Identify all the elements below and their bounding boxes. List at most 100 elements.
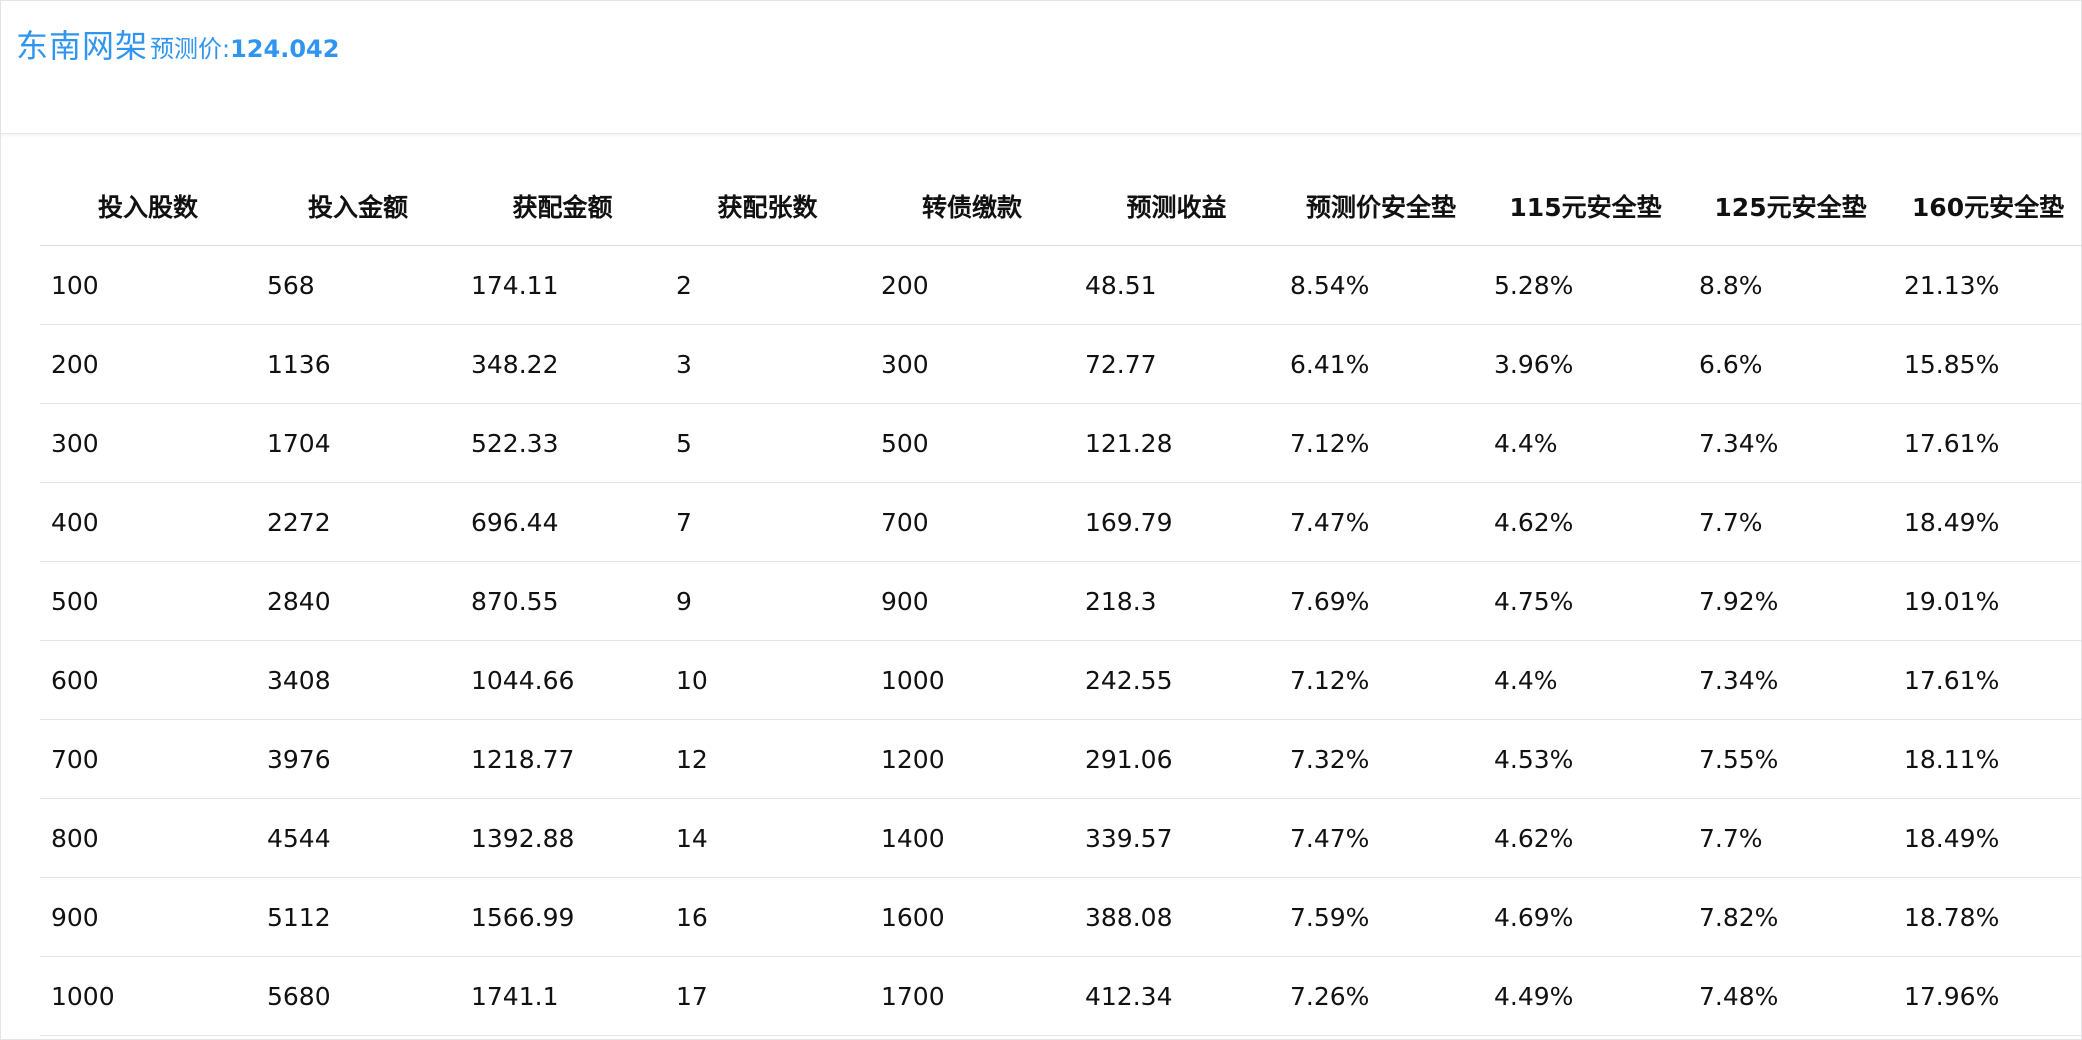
table-cell: 72.77 — [1074, 324, 1279, 404]
table-cell: 17.61% — [1893, 640, 2082, 720]
table-cell: 4.62% — [1483, 482, 1688, 562]
table-cell: 1704 — [256, 403, 460, 483]
table-cell: 696.44 — [460, 482, 665, 562]
table-cell: 568 — [256, 245, 460, 325]
table-cell: 900 — [40, 877, 256, 957]
table-cell: 121.28 — [1074, 403, 1279, 483]
table-cell: 600 — [40, 640, 256, 720]
table-cell: 4544 — [256, 798, 460, 878]
table-cell: 4.4% — [1483, 403, 1688, 483]
table-cell: 5680 — [256, 956, 460, 1036]
allocation-table: 投入股数 投入金额 获配金额 获配张数 转债缴款 预测收益 预测价安全垫 115元安全垫 125… — [40, 166, 2082, 1036]
table-cell: 800 — [40, 798, 256, 878]
table-cell: 7.7% — [1688, 798, 1893, 878]
table-cell: 8.54% — [1279, 245, 1483, 325]
table-cell: 10 — [665, 640, 870, 720]
price-label: 预测价: — [150, 35, 231, 63]
table-cell: 6.41% — [1279, 324, 1483, 404]
table-cell: 242.55 — [1074, 640, 1279, 720]
table-cell: 1044.66 — [460, 640, 665, 720]
table-cell: 4.53% — [1483, 719, 1688, 799]
table-cell: 1600 — [870, 877, 1074, 957]
table-cell: 500 — [870, 403, 1074, 483]
table-cell: 5112 — [256, 877, 460, 957]
table-header: 投入股数 投入金额 获配金额 获配张数 转债缴款 预测收益 预测价安全垫 115元安全垫 125… — [40, 166, 2082, 246]
table-cell: 7.12% — [1279, 640, 1483, 720]
table-cell: 339.57 — [1074, 798, 1279, 878]
table-cell: 1741.1 — [460, 956, 665, 1036]
table-cell: 14 — [665, 798, 870, 878]
table-cell: 300 — [40, 403, 256, 483]
table-cell: 4.69% — [1483, 877, 1688, 957]
header-row: 投入股数 投入金额 获配金额 获配张数 转债缴款 预测收益 预测价安全垫 115元安全垫 125… — [40, 166, 2082, 246]
table-cell: 200 — [870, 245, 1074, 325]
column-header: 160元安全垫 — [1893, 166, 2082, 246]
stock-name: 东南网架 — [16, 27, 149, 65]
table-cell: 200 — [40, 324, 256, 404]
table-cell: 19.01% — [1893, 561, 2082, 641]
table-cell: 5.28% — [1483, 245, 1688, 325]
header: 东南网架预测价:124.042 — [1, 1, 2081, 134]
table-cell: 7.48% — [1688, 956, 1893, 1036]
table-row: 600 3408 1044.66 10 1000 242.55 7.12% 4.4% 7.34%… — [40, 640, 2082, 720]
table-cell: 1392.88 — [460, 798, 665, 878]
table-cell: 218.3 — [1074, 561, 1279, 641]
table-cell: 21.13% — [1893, 245, 2082, 325]
table-cell: 18.78% — [1893, 877, 2082, 957]
table-cell: 900 — [870, 561, 1074, 641]
table-cell: 16 — [665, 877, 870, 957]
table-cell: 17.96% — [1893, 956, 2082, 1036]
table-cell: 7.82% — [1688, 877, 1893, 957]
column-header: 转债缴款 — [870, 166, 1074, 246]
table-row: 1000 5680 1741.1 17 1700 412.34 7.26% 4.49% 7.48… — [40, 956, 2082, 1036]
table-row: 100 568 174.11 2 200 48.51 8.54% 5.28% 8.8% 21.13… — [40, 245, 2082, 325]
table-cell: 3.96% — [1483, 324, 1688, 404]
table-cell: 7.32% — [1279, 719, 1483, 799]
table-cell: 174.11 — [460, 245, 665, 325]
column-header: 获配金额 — [460, 166, 665, 246]
table-cell: 400 — [40, 482, 256, 562]
table-row: 300 1704 522.33 5 500 121.28 7.12% 4.4% 7.34% 17.… — [40, 403, 2082, 483]
table-cell: 291.06 — [1074, 719, 1279, 799]
table-body: 100 568 174.11 2 200 48.51 8.54% 5.28% 8.8% 21.13… — [40, 245, 2082, 1036]
page-title: 东南网架预测价:124.042 — [16, 21, 339, 67]
column-header: 125元安全垫 — [1688, 166, 1893, 246]
table-cell: 870.55 — [460, 561, 665, 641]
table-cell: 1218.77 — [460, 719, 665, 799]
table-row: 700 3976 1218.77 12 1200 291.06 7.32% 4.53% 7.55… — [40, 719, 2082, 799]
table-cell: 8.8% — [1688, 245, 1893, 325]
table-cell: 388.08 — [1074, 877, 1279, 957]
table-row: 200 1136 348.22 3 300 72.77 6.41% 3.96% 6.6% 15.8… — [40, 324, 2082, 404]
column-header: 预测价安全垫 — [1279, 166, 1483, 246]
table-cell: 4.4% — [1483, 640, 1688, 720]
table-cell: 169.79 — [1074, 482, 1279, 562]
page: 东南网架预测价:124.042 投入股数 投入金额 获配金额 获配张数 转债缴款 预测收益… — [0, 0, 2082, 1040]
table-cell: 18.49% — [1893, 798, 2082, 878]
table-cell: 3 — [665, 324, 870, 404]
table-cell: 1136 — [256, 324, 460, 404]
table-cell: 9 — [665, 561, 870, 641]
table-cell: 7.7% — [1688, 482, 1893, 562]
allocation-table-container: 投入股数 投入金额 获配金额 获配张数 转债缴款 预测收益 预测价安全垫 115元安全垫 125… — [40, 166, 2082, 1036]
table-cell: 17.61% — [1893, 403, 2082, 483]
table-cell: 7.26% — [1279, 956, 1483, 1036]
table-cell: 1700 — [870, 956, 1074, 1036]
table-cell: 300 — [870, 324, 1074, 404]
table-cell: 18.11% — [1893, 719, 2082, 799]
column-header: 获配张数 — [665, 166, 870, 246]
table-row: 400 2272 696.44 7 700 169.79 7.47% 4.62% 7.7% 18.… — [40, 482, 2082, 562]
table-row: 500 2840 870.55 9 900 218.3 7.69% 4.75% 7.92% 19.… — [40, 561, 2082, 641]
table-cell: 17 — [665, 956, 870, 1036]
table-cell: 7 — [665, 482, 870, 562]
table-cell: 7.59% — [1279, 877, 1483, 957]
table-cell: 18.49% — [1893, 482, 2082, 562]
table-cell: 7.47% — [1279, 798, 1483, 878]
table-cell: 1400 — [870, 798, 1074, 878]
table-cell: 700 — [40, 719, 256, 799]
column-header: 预测收益 — [1074, 166, 1279, 246]
table-cell: 2840 — [256, 561, 460, 641]
table-cell: 12 — [665, 719, 870, 799]
table-row: 900 5112 1566.99 16 1600 388.08 7.59% 4.69% 7.82… — [40, 877, 2082, 957]
column-header: 投入金额 — [256, 166, 460, 246]
table-cell: 1200 — [870, 719, 1074, 799]
